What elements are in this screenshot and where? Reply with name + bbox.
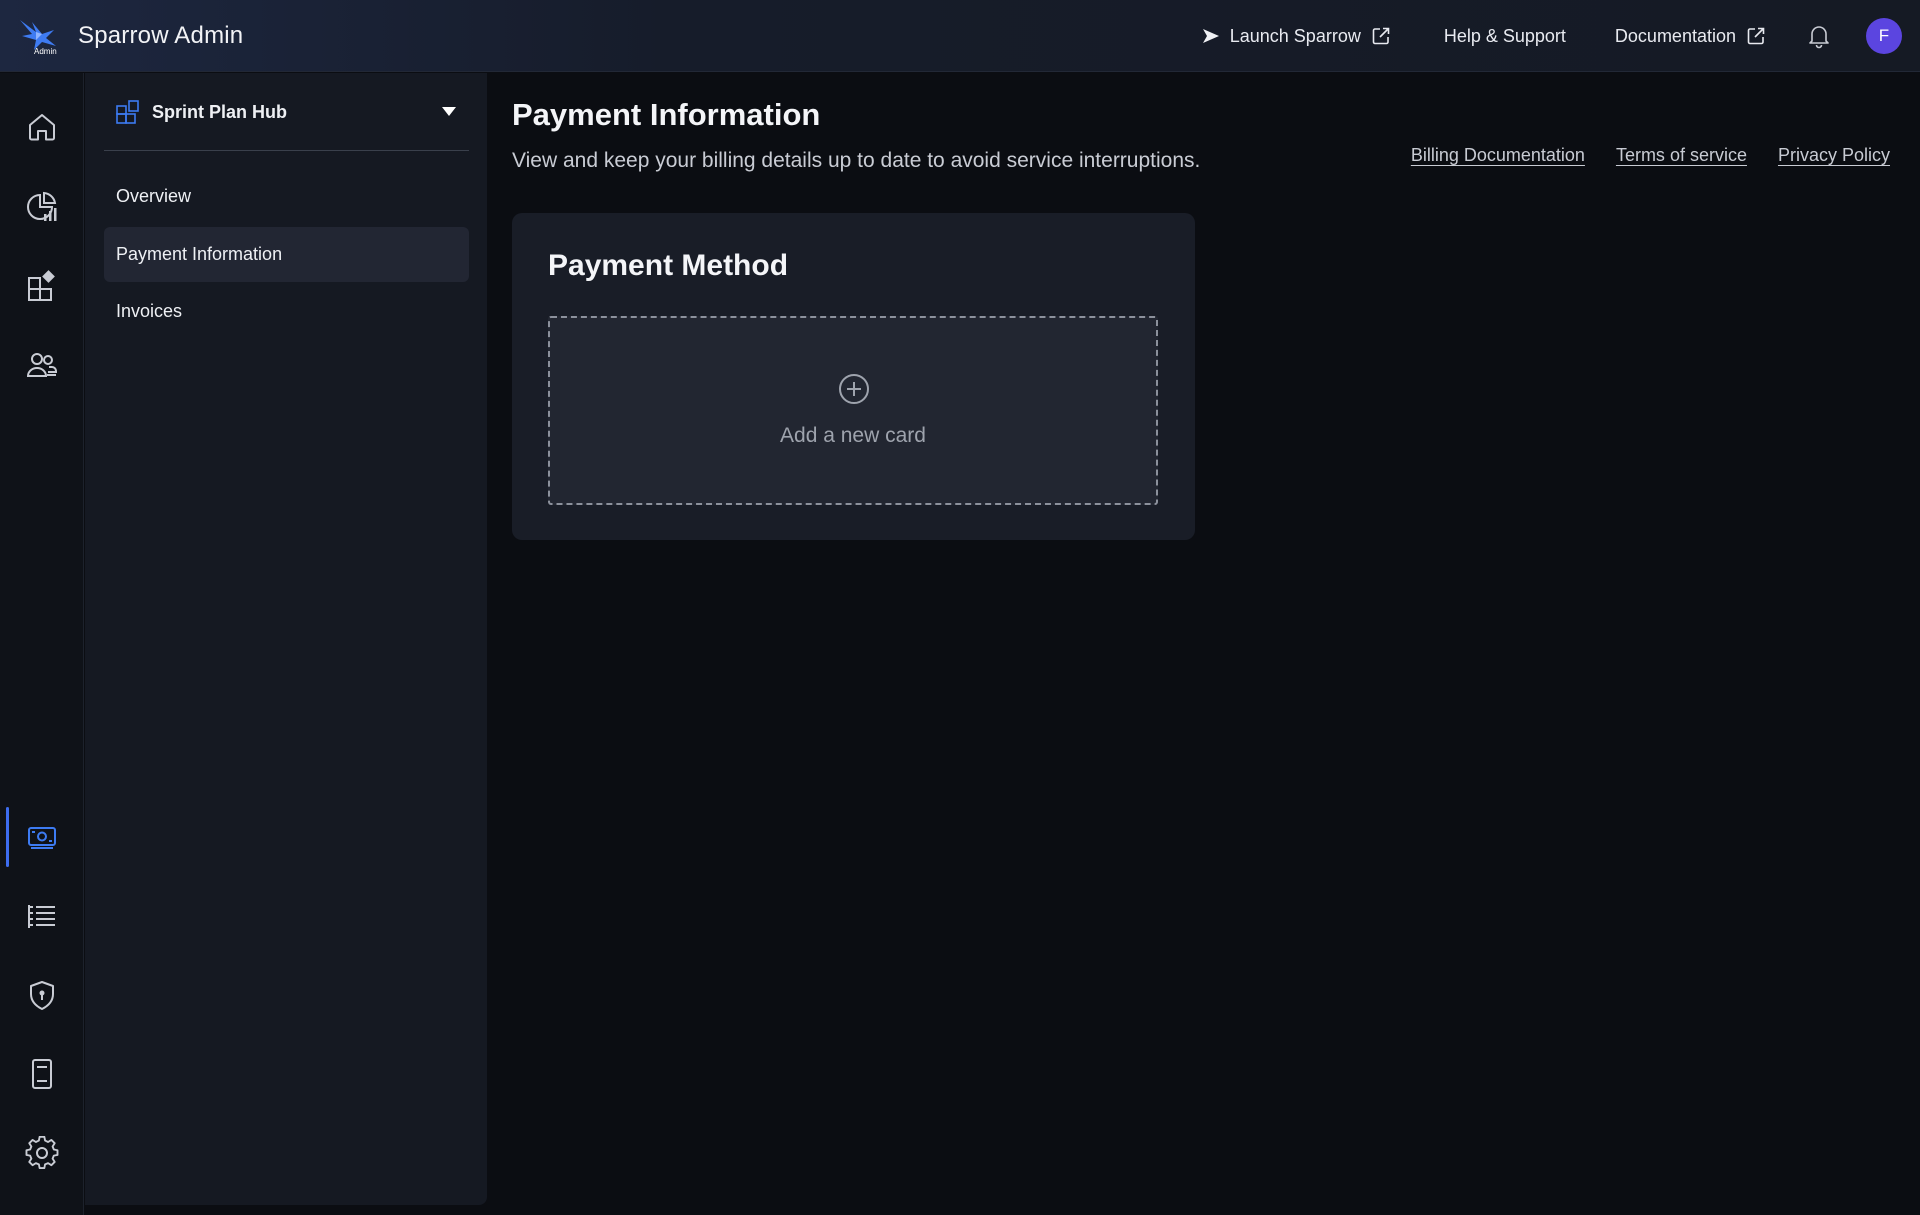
user-avatar[interactable]: F: [1866, 18, 1902, 54]
list-icon: [28, 905, 55, 928]
top-actions: Launch Sparrow Help & Support Documentat…: [1202, 0, 1920, 72]
subnav-item-overview[interactable]: Overview: [104, 169, 469, 224]
add-card-label: Add a new card: [780, 424, 926, 447]
sparrow-logo-icon: Admin: [18, 16, 60, 56]
rail-workspaces[interactable]: [0, 258, 84, 314]
legal-links: Billing Documentation Terms of service P…: [1380, 145, 1890, 166]
home-icon: [29, 114, 55, 141]
gear-icon: [25, 1136, 59, 1170]
documentation-link[interactable]: Documentation: [1615, 26, 1766, 47]
rail-home[interactable]: [0, 99, 84, 155]
subnav-item-invoices[interactable]: Invoices: [104, 284, 469, 339]
send-icon: [1202, 29, 1219, 43]
workspace-name: Sprint Plan Hub: [152, 101, 287, 122]
main-content: Payment Information View and keep your b…: [487, 73, 1920, 1215]
payment-method-card: Payment Method Add a new card: [512, 213, 1195, 540]
documentation-label: Documentation: [1614, 25, 1736, 46]
rail-billing[interactable]: [0, 807, 84, 867]
add-card-button[interactable]: Add a new card: [548, 316, 1158, 505]
help-support-link[interactable]: Help & Support: [1444, 26, 1566, 47]
workspace-icon: [116, 100, 139, 124]
app-title: Sparrow Admin: [78, 21, 244, 49]
page-subtitle: View and keep your billing details up to…: [512, 149, 1201, 172]
external-link-icon: [1747, 27, 1765, 45]
subnav-divider: [104, 150, 469, 151]
shield-icon: [30, 981, 54, 1010]
billing-documentation-link[interactable]: Billing Documentation: [1411, 145, 1585, 166]
billing-icon: [28, 827, 56, 849]
help-support-label: Help & Support: [1443, 25, 1566, 46]
terms-of-service-link[interactable]: Terms of service: [1616, 145, 1747, 166]
brand[interactable]: Admin Sparrow Admin: [18, 16, 243, 56]
payment-method-title: Payment Method: [548, 249, 789, 282]
rail-list[interactable]: [0, 888, 84, 944]
icon-rail: [0, 73, 84, 1215]
rail-users[interactable]: [0, 337, 84, 393]
caret-down-icon: [442, 107, 456, 116]
launch-sparrow-link[interactable]: Launch Sparrow: [1202, 26, 1391, 47]
billing-subnav: Sprint Plan Hub Overview Payment Informa…: [85, 73, 487, 1205]
workspaces-icon: [28, 270, 55, 301]
analytics-icon: [27, 191, 57, 221]
users-icon: [26, 353, 57, 377]
logo-admin-tag: Admin: [34, 46, 57, 56]
device-icon: [32, 1059, 52, 1089]
bell-icon[interactable]: [1806, 23, 1832, 49]
external-link-icon: [1372, 27, 1390, 45]
launch-sparrow-label: Launch Sparrow: [1229, 25, 1361, 46]
plus-circle-icon: [839, 374, 869, 404]
top-bar: Admin Sparrow Admin Launch Sparrow Help …: [0, 0, 1920, 72]
rail-device[interactable]: [0, 1046, 84, 1102]
page-title: Payment Information: [512, 97, 821, 132]
rail-security[interactable]: [0, 967, 84, 1023]
workspace-selector[interactable]: Sprint Plan Hub: [104, 87, 468, 137]
rail-analytics[interactable]: [0, 179, 84, 235]
privacy-policy-link[interactable]: Privacy Policy: [1778, 145, 1890, 166]
subnav-item-payment-information[interactable]: Payment Information: [104, 227, 469, 282]
app-root: Admin Sparrow Admin Launch Sparrow Help …: [0, 0, 1920, 1215]
rail-settings[interactable]: [0, 1125, 84, 1181]
